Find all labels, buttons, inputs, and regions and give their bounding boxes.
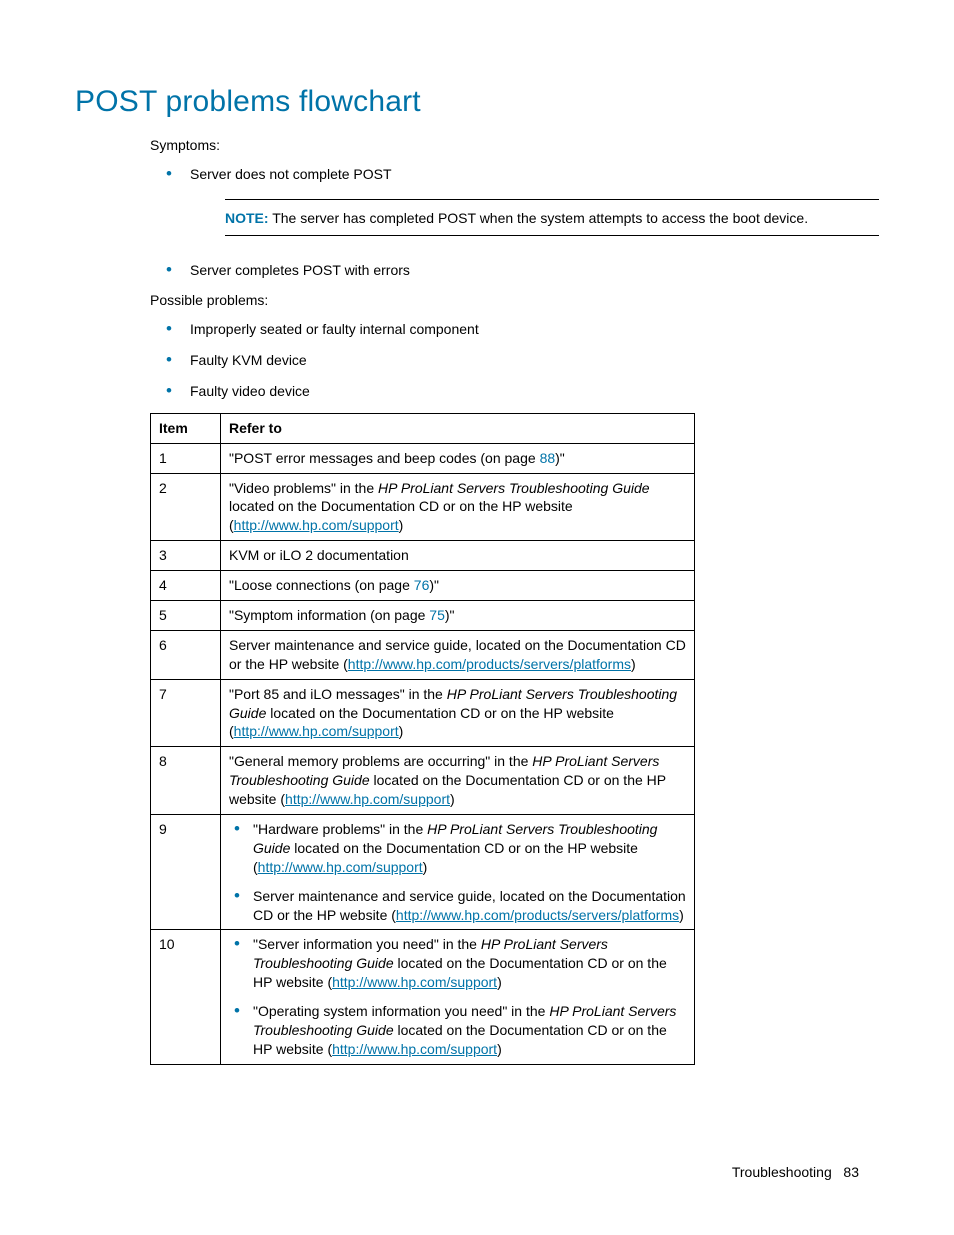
note-top-rule [225, 199, 879, 200]
note-body: The server has completed POST when the s… [269, 210, 809, 226]
row-refer: "Port 85 and iLO messages" in the HP Pro… [221, 679, 695, 747]
footer-page: 83 [843, 1164, 859, 1180]
problem-item: Faulty video device [160, 382, 879, 401]
row-no: 4 [151, 571, 221, 601]
page-link[interactable]: 76 [414, 577, 430, 593]
symptom-item: Server does not complete POST [160, 165, 879, 184]
table-row: 3 KVM or iLO 2 documentation [151, 541, 695, 571]
symptoms-label: Symptoms: [150, 137, 879, 153]
list-item: "Operating system information you need" … [229, 1002, 686, 1059]
table-row: 9 "Hardware problems" in the HP ProLiant… [151, 815, 695, 930]
th-item: Item [151, 413, 221, 443]
note-block: NOTE: The server has completed POST when… [225, 199, 879, 236]
table-row: 2 "Video problems" in the HP ProLiant Se… [151, 473, 695, 541]
row-no: 2 [151, 473, 221, 541]
row-no: 3 [151, 541, 221, 571]
problem-item: Faulty KVM device [160, 351, 879, 370]
support-link[interactable]: http://www.hp.com/support [234, 723, 399, 739]
list-item: Server maintenance and service guide, lo… [229, 887, 686, 925]
table-row: 6 Server maintenance and service guide, … [151, 630, 695, 679]
th-refer: Refer to [221, 413, 695, 443]
support-link[interactable]: http://www.hp.com/support [332, 1041, 497, 1057]
products-link[interactable]: http://www.hp.com/products/servers/platf… [396, 907, 679, 923]
list-item: "Hardware problems" in the HP ProLiant S… [229, 820, 686, 877]
table-row: 8 "General memory problems are occurring… [151, 747, 695, 815]
row-no: 1 [151, 443, 221, 473]
table-row: 10 "Server information you need" in the … [151, 930, 695, 1064]
symptom-item: Server completes POST with errors [160, 261, 879, 280]
row-no: 6 [151, 630, 221, 679]
support-link[interactable]: http://www.hp.com/support [234, 517, 399, 533]
row-refer: "Loose connections (on page 76)" [221, 571, 695, 601]
table-row: 5 "Symptom information (on page 75)" [151, 600, 695, 630]
note-bottom-rule [225, 235, 879, 236]
reference-table: Item Refer to 1 "POST error messages and… [150, 413, 695, 1065]
row-no: 9 [151, 815, 221, 930]
problem-item: Improperly seated or faulty internal com… [160, 320, 879, 339]
list-item: "Server information you need" in the HP … [229, 935, 686, 992]
row-refer: "POST error messages and beep codes (on … [221, 443, 695, 473]
footer-section: Troubleshooting [732, 1164, 832, 1180]
page-link[interactable]: 88 [540, 450, 556, 466]
row-refer: "Video problems" in the HP ProLiant Serv… [221, 473, 695, 541]
row-refer: KVM or iLO 2 documentation [221, 541, 695, 571]
note-label: NOTE: [225, 210, 269, 226]
row-refer: "Server information you need" in the HP … [221, 930, 695, 1064]
page-link[interactable]: 75 [429, 607, 445, 623]
page-title: POST problems flowchart [75, 85, 879, 119]
row-refer: "General memory problems are occurring" … [221, 747, 695, 815]
row-no: 7 [151, 679, 221, 747]
table-row: 1 "POST error messages and beep codes (o… [151, 443, 695, 473]
support-link[interactable]: http://www.hp.com/support [332, 974, 497, 990]
products-link[interactable]: http://www.hp.com/products/servers/platf… [348, 656, 631, 672]
page-footer: Troubleshooting 83 [732, 1164, 859, 1180]
table-row: 7 "Port 85 and iLO messages" in the HP P… [151, 679, 695, 747]
row-refer: "Hardware problems" in the HP ProLiant S… [221, 815, 695, 930]
row-refer: "Symptom information (on page 75)" [221, 600, 695, 630]
table-row: 4 "Loose connections (on page 76)" [151, 571, 695, 601]
row-no: 5 [151, 600, 221, 630]
row-no: 10 [151, 930, 221, 1064]
support-link[interactable]: http://www.hp.com/support [258, 859, 423, 875]
row-no: 8 [151, 747, 221, 815]
row-refer: Server maintenance and service guide, lo… [221, 630, 695, 679]
possible-problems-label: Possible problems: [150, 292, 879, 308]
support-link[interactable]: http://www.hp.com/support [285, 791, 450, 807]
